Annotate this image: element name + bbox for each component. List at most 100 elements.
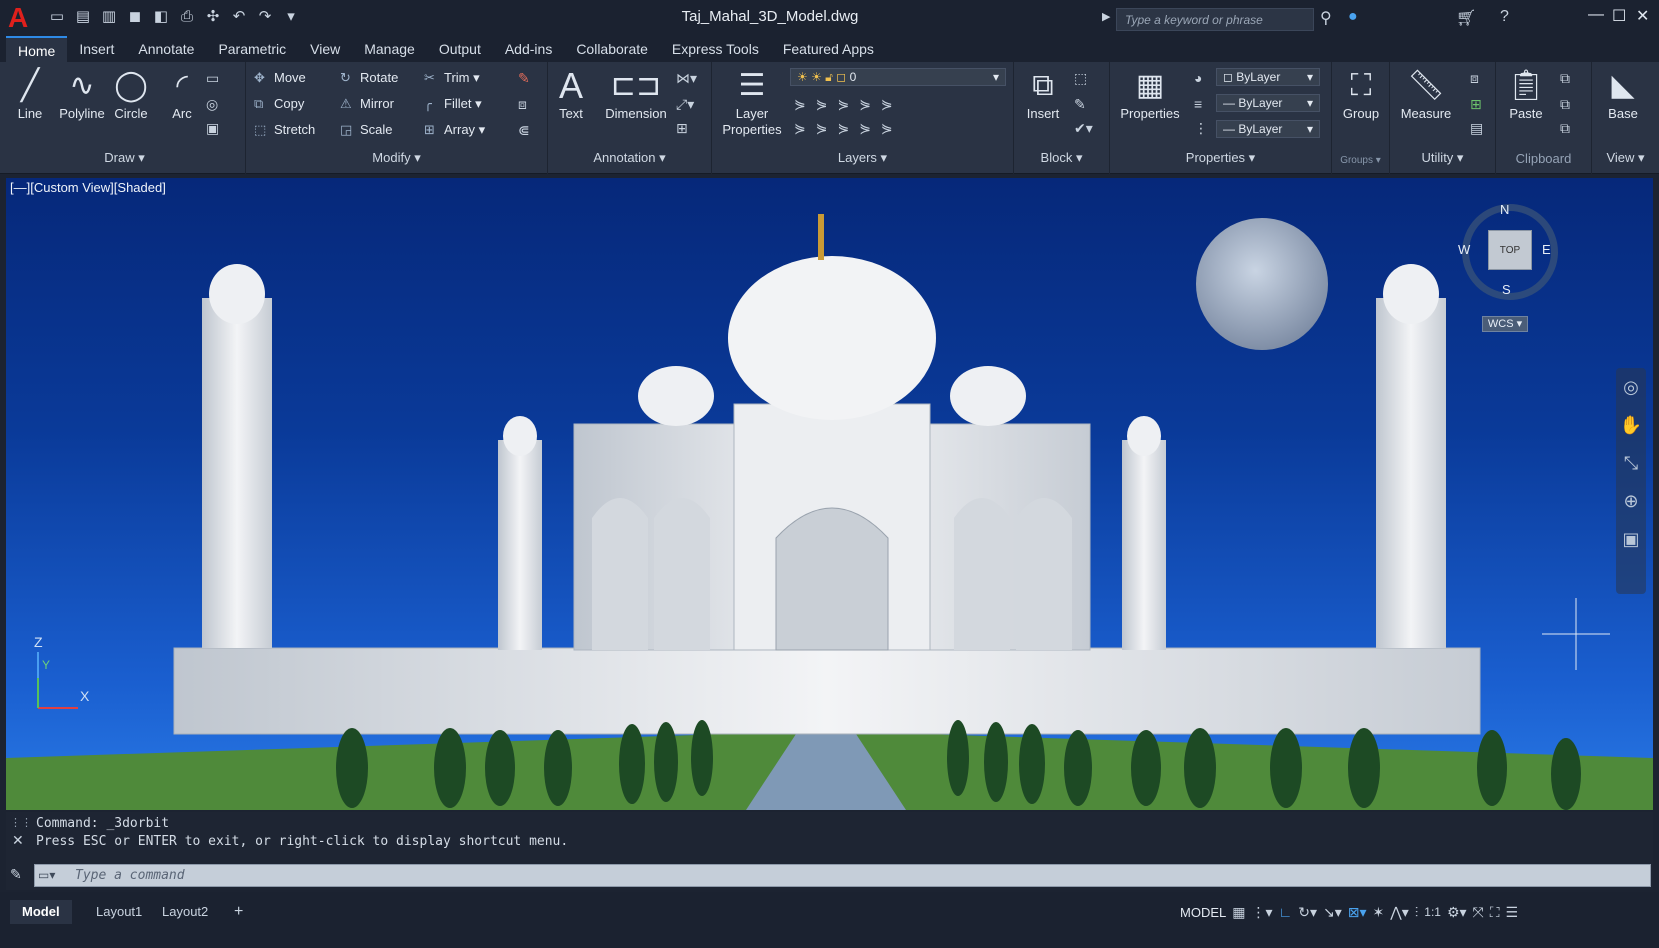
properties-panel-title[interactable]: Properties ▾ xyxy=(1110,150,1331,166)
array-button[interactable]: ⊞ Array ▾ xyxy=(424,122,485,138)
lineweight-icon[interactable]: ⋮ xyxy=(1194,120,1208,137)
clipboard-panel-title[interactable]: Clipboard xyxy=(1496,151,1591,166)
help-icon[interactable]: ? xyxy=(1500,8,1509,26)
sign-in-icon[interactable]: ⚲ xyxy=(1320,8,1332,28)
quick-select-icon[interactable]: ⊞ xyxy=(1470,96,1482,113)
polar-icon[interactable]: ↻▾ xyxy=(1298,904,1317,921)
pan-hand-icon[interactable]: ✋ xyxy=(1616,406,1646,444)
lineweight-dropdown[interactable]: — ByLayer ▾ xyxy=(1216,120,1320,138)
snap-icon[interactable]: ⋮▾ xyxy=(1251,904,1272,921)
tab-add-ins[interactable]: Add-ins xyxy=(493,36,564,62)
tab-model[interactable]: Model xyxy=(10,900,72,924)
block-attributes-icon[interactable]: ✔▾ xyxy=(1074,120,1093,137)
group-button[interactable]: ⛶ Group xyxy=(1336,66,1386,121)
arc-button[interactable]: ◜ Arc xyxy=(162,66,202,121)
fullscreen-icon[interactable]: ⛶ xyxy=(1490,904,1500,921)
scale-button[interactable]: ◲ Scale xyxy=(340,122,393,138)
drawing-viewport[interactable]: [—][Custom View][Shaded] Z Y X TOP N S E… xyxy=(6,178,1653,810)
recent-commands-icon[interactable]: ▭▾ xyxy=(38,868,55,882)
erase-icon[interactable]: ✎ xyxy=(518,70,530,87)
grid-icon[interactable]: ▦ xyxy=(1232,904,1245,921)
isodraft-icon[interactable]: ↘▾ xyxy=(1323,904,1342,921)
close-command-icon[interactable]: ✕ xyxy=(12,832,24,849)
close-button[interactable]: ✕ xyxy=(1636,6,1649,26)
paste-button[interactable]: 📋︎ Paste xyxy=(1500,66,1552,121)
move-button[interactable]: ✥ Move xyxy=(254,70,306,86)
edit-block-icon[interactable]: ✎ xyxy=(1074,96,1086,113)
layers-panel-title[interactable]: Layers ▾ xyxy=(712,150,1013,166)
command-input[interactable]: Type a command xyxy=(34,864,1651,887)
circle-button[interactable]: ◯ Circle xyxy=(110,66,152,121)
utility-panel-title[interactable]: Utility ▾ xyxy=(1390,150,1495,166)
zoom-icon[interactable]: ⤡ xyxy=(1616,444,1646,482)
steering-wheel-icon[interactable]: ◎ xyxy=(1616,368,1646,406)
linetype-icon[interactable]: ≡ xyxy=(1194,96,1202,112)
expand-arrow-icon[interactable]: ▶ xyxy=(1102,10,1110,23)
line-button[interactable]: ╱ Line xyxy=(8,66,52,121)
leader-icon[interactable]: ⋈▾ xyxy=(676,70,697,87)
tab-view[interactable]: View xyxy=(298,36,352,62)
stretch-button[interactable]: ⬚ Stretch xyxy=(254,122,315,138)
customize-menu-icon[interactable]: ☰ xyxy=(1506,904,1519,921)
color-dropdown[interactable]: ◻ ByLayer ▾ xyxy=(1216,68,1320,86)
tab-parametric[interactable]: Parametric xyxy=(206,36,298,62)
table-icon[interactable]: ⊞ xyxy=(676,120,688,137)
layer-dropdown[interactable]: ☀ ☀ 🔓︎ ◻ 0 ▾ xyxy=(790,68,1006,86)
multileader-icon[interactable]: ⤢▾ xyxy=(676,96,694,113)
tab-annotate[interactable]: Annotate xyxy=(126,36,206,62)
tab-home[interactable]: Home xyxy=(6,36,68,62)
modify-panel-title[interactable]: Modify ▾ xyxy=(246,150,547,166)
showmotion-icon[interactable]: ▣ xyxy=(1616,520,1646,558)
viewcube-south[interactable]: S xyxy=(1502,282,1511,297)
tab-express-tools[interactable]: Express Tools xyxy=(660,36,771,62)
layer-tools-row-1[interactable]: ⋟⋟⋟⋟⋟ xyxy=(794,96,903,113)
measure-button[interactable]: 📏︎ Measure xyxy=(1394,66,1458,121)
isolate-icon[interactable]: ⤧ xyxy=(1473,904,1484,921)
store-cart-icon[interactable]: 🛒︎ xyxy=(1456,8,1476,28)
layer-properties-button[interactable]: ☰ Layer Properties xyxy=(716,66,788,138)
copy-button[interactable]: ⧉ Copy xyxy=(254,96,304,112)
layer-tools-row-2[interactable]: ⋟⋟⋟⋟⋟ xyxy=(794,120,903,137)
rectangle-icon[interactable]: ▭ xyxy=(206,70,219,87)
viewcube-north[interactable]: N xyxy=(1500,202,1509,217)
linetype-dropdown[interactable]: — ByLayer ▾ xyxy=(1216,94,1320,112)
annotation-scale-value[interactable]: 1:1 xyxy=(1424,905,1441,919)
copy-clip-icon[interactable]: ⧉ xyxy=(1560,96,1570,113)
annotation-scale-icon[interactable]: ⋀▾ xyxy=(1390,904,1409,921)
create-block-icon[interactable]: ⬚ xyxy=(1074,70,1087,87)
text-button[interactable]: A Text xyxy=(552,66,590,122)
base-view-button[interactable]: ◣ Base xyxy=(1596,66,1650,121)
user-icon[interactable]: ● xyxy=(1348,8,1358,26)
scale-icon[interactable]: ⫶ xyxy=(1415,904,1419,921)
cut-icon[interactable]: ⧉ xyxy=(1560,70,1570,87)
tab-layout2[interactable]: Layout2 xyxy=(150,900,220,924)
object-snap-icon[interactable]: ⊠▾ xyxy=(1348,904,1367,921)
annotation-panel-title[interactable]: Annotation ▾ xyxy=(548,150,711,166)
draw-panel-title[interactable]: Draw ▾ xyxy=(4,150,245,166)
viewport-controls-label[interactable]: [—][Custom View][Shaded] xyxy=(10,180,166,195)
view-panel-title[interactable]: View ▾ xyxy=(1592,150,1659,166)
insert-block-button[interactable]: ⧉ Insert xyxy=(1018,66,1068,121)
wcs-dropdown[interactable]: WCS ▾ xyxy=(1482,316,1528,332)
tab-insert[interactable]: Insert xyxy=(67,36,126,62)
join-icon[interactable]: ⋐ xyxy=(518,122,530,139)
block-panel-title[interactable]: Block ▾ xyxy=(1014,150,1109,166)
calculator-icon[interactable]: ▤ xyxy=(1470,120,1483,137)
maximize-button[interactable]: ☐ xyxy=(1612,6,1626,26)
search-input[interactable]: Type a keyword or phrase xyxy=(1116,8,1314,31)
customize-wrench-icon[interactable]: ✎ xyxy=(10,866,22,883)
orbit-icon[interactable]: ⊕ xyxy=(1616,482,1646,520)
viewcube-west[interactable]: W xyxy=(1458,242,1470,257)
ortho-icon[interactable]: ∟ xyxy=(1279,904,1293,920)
mirror-button[interactable]: ⚠ Mirror xyxy=(340,96,394,112)
hatch-icon[interactable]: ◎ xyxy=(206,96,218,113)
viewcube-east[interactable]: E xyxy=(1542,242,1551,257)
tab-output[interactable]: Output xyxy=(427,36,493,62)
tab-layout1[interactable]: Layout1 xyxy=(84,900,154,924)
dimension-button[interactable]: ⊏⊐ Dimension xyxy=(600,66,672,121)
tab-collaborate[interactable]: Collaborate xyxy=(564,36,660,62)
tab-featured-apps[interactable]: Featured Apps xyxy=(771,36,886,62)
match-properties-icon[interactable]: ◕ xyxy=(1194,70,1202,86)
fillet-button[interactable]: ╭ Fillet ▾ xyxy=(424,96,482,112)
settings-gear-icon[interactable]: ⚙▾ xyxy=(1447,904,1467,921)
